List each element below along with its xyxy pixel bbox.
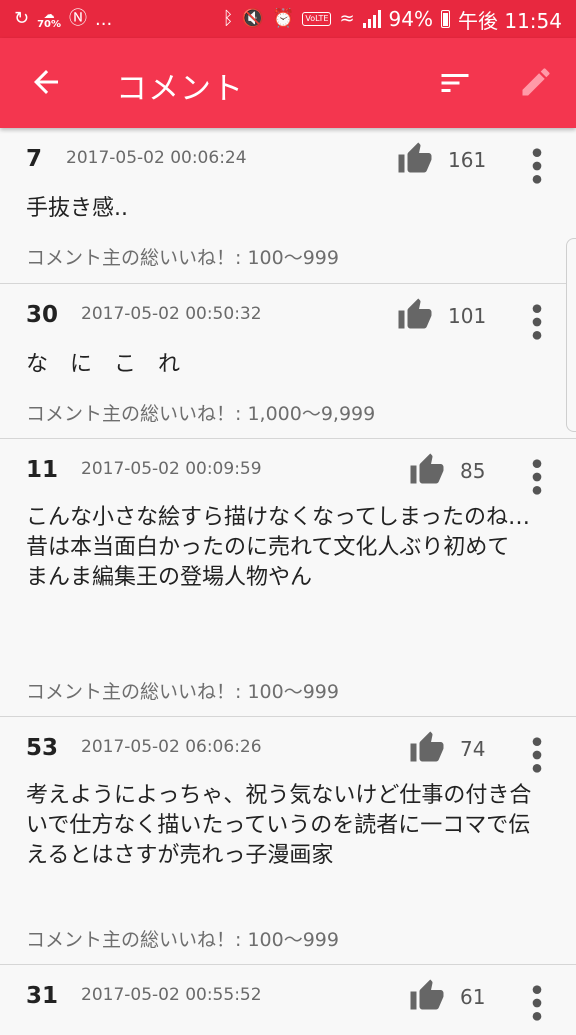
status-bar: ↻ ☁ 70% Ⓝ ... ᛒ 🔇 ⏰ VoLTE ≈ 94% 午後 11:54 — [0, 0, 576, 38]
status-bar-left: ↻ ☁ 70% Ⓝ ... — [14, 9, 112, 30]
wifi-icon: ≈ — [339, 8, 355, 29]
thumbs-up-icon[interactable] — [408, 730, 446, 766]
comment-date: 2017-05-02 00:55:52 — [81, 985, 262, 1005]
back-arrow-icon[interactable] — [28, 64, 64, 100]
like-count: 74 — [460, 737, 486, 761]
more-options-icon[interactable] — [528, 735, 546, 775]
comment-text: 手抜き感.. — [26, 196, 128, 221]
comment-card: 30 2017-05-02 00:50:32 101 な に こ れ コメント主… — [0, 284, 576, 439]
comment-list: 7 2017-05-02 00:06:24 161 手抜き感.. コメント主の総… — [0, 128, 576, 1035]
like-count: 161 — [448, 148, 487, 172]
comment-number: 30 — [26, 302, 59, 328]
signal-icon — [362, 10, 381, 28]
like-count: 101 — [448, 304, 487, 328]
comment-text: 考えようによっちゃ、祝う気ないけど仕事の付き合いで仕方なく描いたっていうのを読者… — [26, 783, 532, 868]
comment-number: 11 — [26, 457, 59, 483]
comment-card: 53 2017-05-02 06:06:26 74 考えようによっちゃ、祝う気な… — [0, 717, 576, 965]
like-count: 61 — [460, 985, 486, 1009]
side-drawer-handle[interactable] — [566, 238, 576, 432]
page-title: コメント — [116, 71, 244, 107]
app-bar: コメント — [0, 38, 576, 128]
more-options-icon[interactable] — [528, 302, 546, 342]
more-options-icon[interactable] — [528, 457, 546, 497]
thumbs-up-icon[interactable] — [408, 978, 446, 1014]
bluetooth-icon: ᛒ — [222, 8, 234, 29]
commenter-total-likes: コメント主の総いいね！: 100〜999 — [26, 681, 339, 703]
comment-card: 31 2017-05-02 00:55:52 61 — [0, 965, 576, 1035]
comment-number: 53 — [26, 735, 59, 761]
battery-saver-indicator: ☁ 70% — [37, 9, 61, 30]
volte-icon: VoLTE — [302, 12, 332, 26]
sync-icon: ↻ — [14, 8, 30, 29]
app-notification-icon: Ⓝ — [69, 8, 88, 29]
battery-percent: 94% — [388, 7, 433, 31]
clock: 午後 11:54 — [458, 8, 562, 33]
commenter-total-likes: コメント主の総いいね！: 100〜999 — [26, 929, 339, 951]
commenter-total-likes: コメント主の総いいね！: 100〜999 — [26, 247, 339, 269]
mute-icon: 🔇 — [241, 8, 264, 29]
comment-card: 7 2017-05-02 00:06:24 161 手抜き感.. コメント主の総… — [0, 128, 576, 284]
commenter-total-likes: コメント主の総いいね！: 1,000〜9,999 — [26, 403, 376, 425]
thumbs-up-icon[interactable] — [396, 297, 434, 333]
alarm-icon: ⏰ — [271, 8, 295, 29]
comment-date: 2017-05-02 00:09:59 — [81, 459, 262, 479]
comment-number: 7 — [26, 146, 43, 172]
sort-icon[interactable] — [437, 65, 473, 101]
status-bar-right: ᛒ 🔇 ⏰ VoLTE ≈ 94% 午後 11:54 — [223, 5, 562, 34]
thumbs-up-icon[interactable] — [408, 452, 446, 488]
more-options-icon[interactable] — [528, 983, 546, 1023]
battery-icon — [441, 10, 450, 28]
comment-text: こんな小さな絵すら描けなくなってしまったのね… 昔は本当面白かったのに売れて文化… — [26, 505, 531, 590]
comment-date: 2017-05-02 06:06:26 — [81, 737, 262, 757]
comment-card: 11 2017-05-02 00:09:59 85 こんな小さな絵すら描けなくな… — [0, 439, 576, 717]
comment-date: 2017-05-02 00:50:32 — [81, 304, 262, 324]
more-notifications: ... — [95, 8, 113, 30]
comment-text: な に こ れ — [26, 352, 181, 377]
comment-date: 2017-05-02 00:06:24 — [66, 148, 247, 168]
edit-pencil-icon[interactable] — [518, 64, 554, 100]
battery-saver-label: 70% — [37, 18, 62, 30]
more-options-icon[interactable] — [528, 146, 546, 186]
comment-number: 31 — [26, 983, 59, 1009]
cloud-icon: ☁ — [43, 7, 55, 21]
thumbs-up-icon[interactable] — [396, 141, 434, 177]
like-count: 85 — [460, 459, 486, 483]
